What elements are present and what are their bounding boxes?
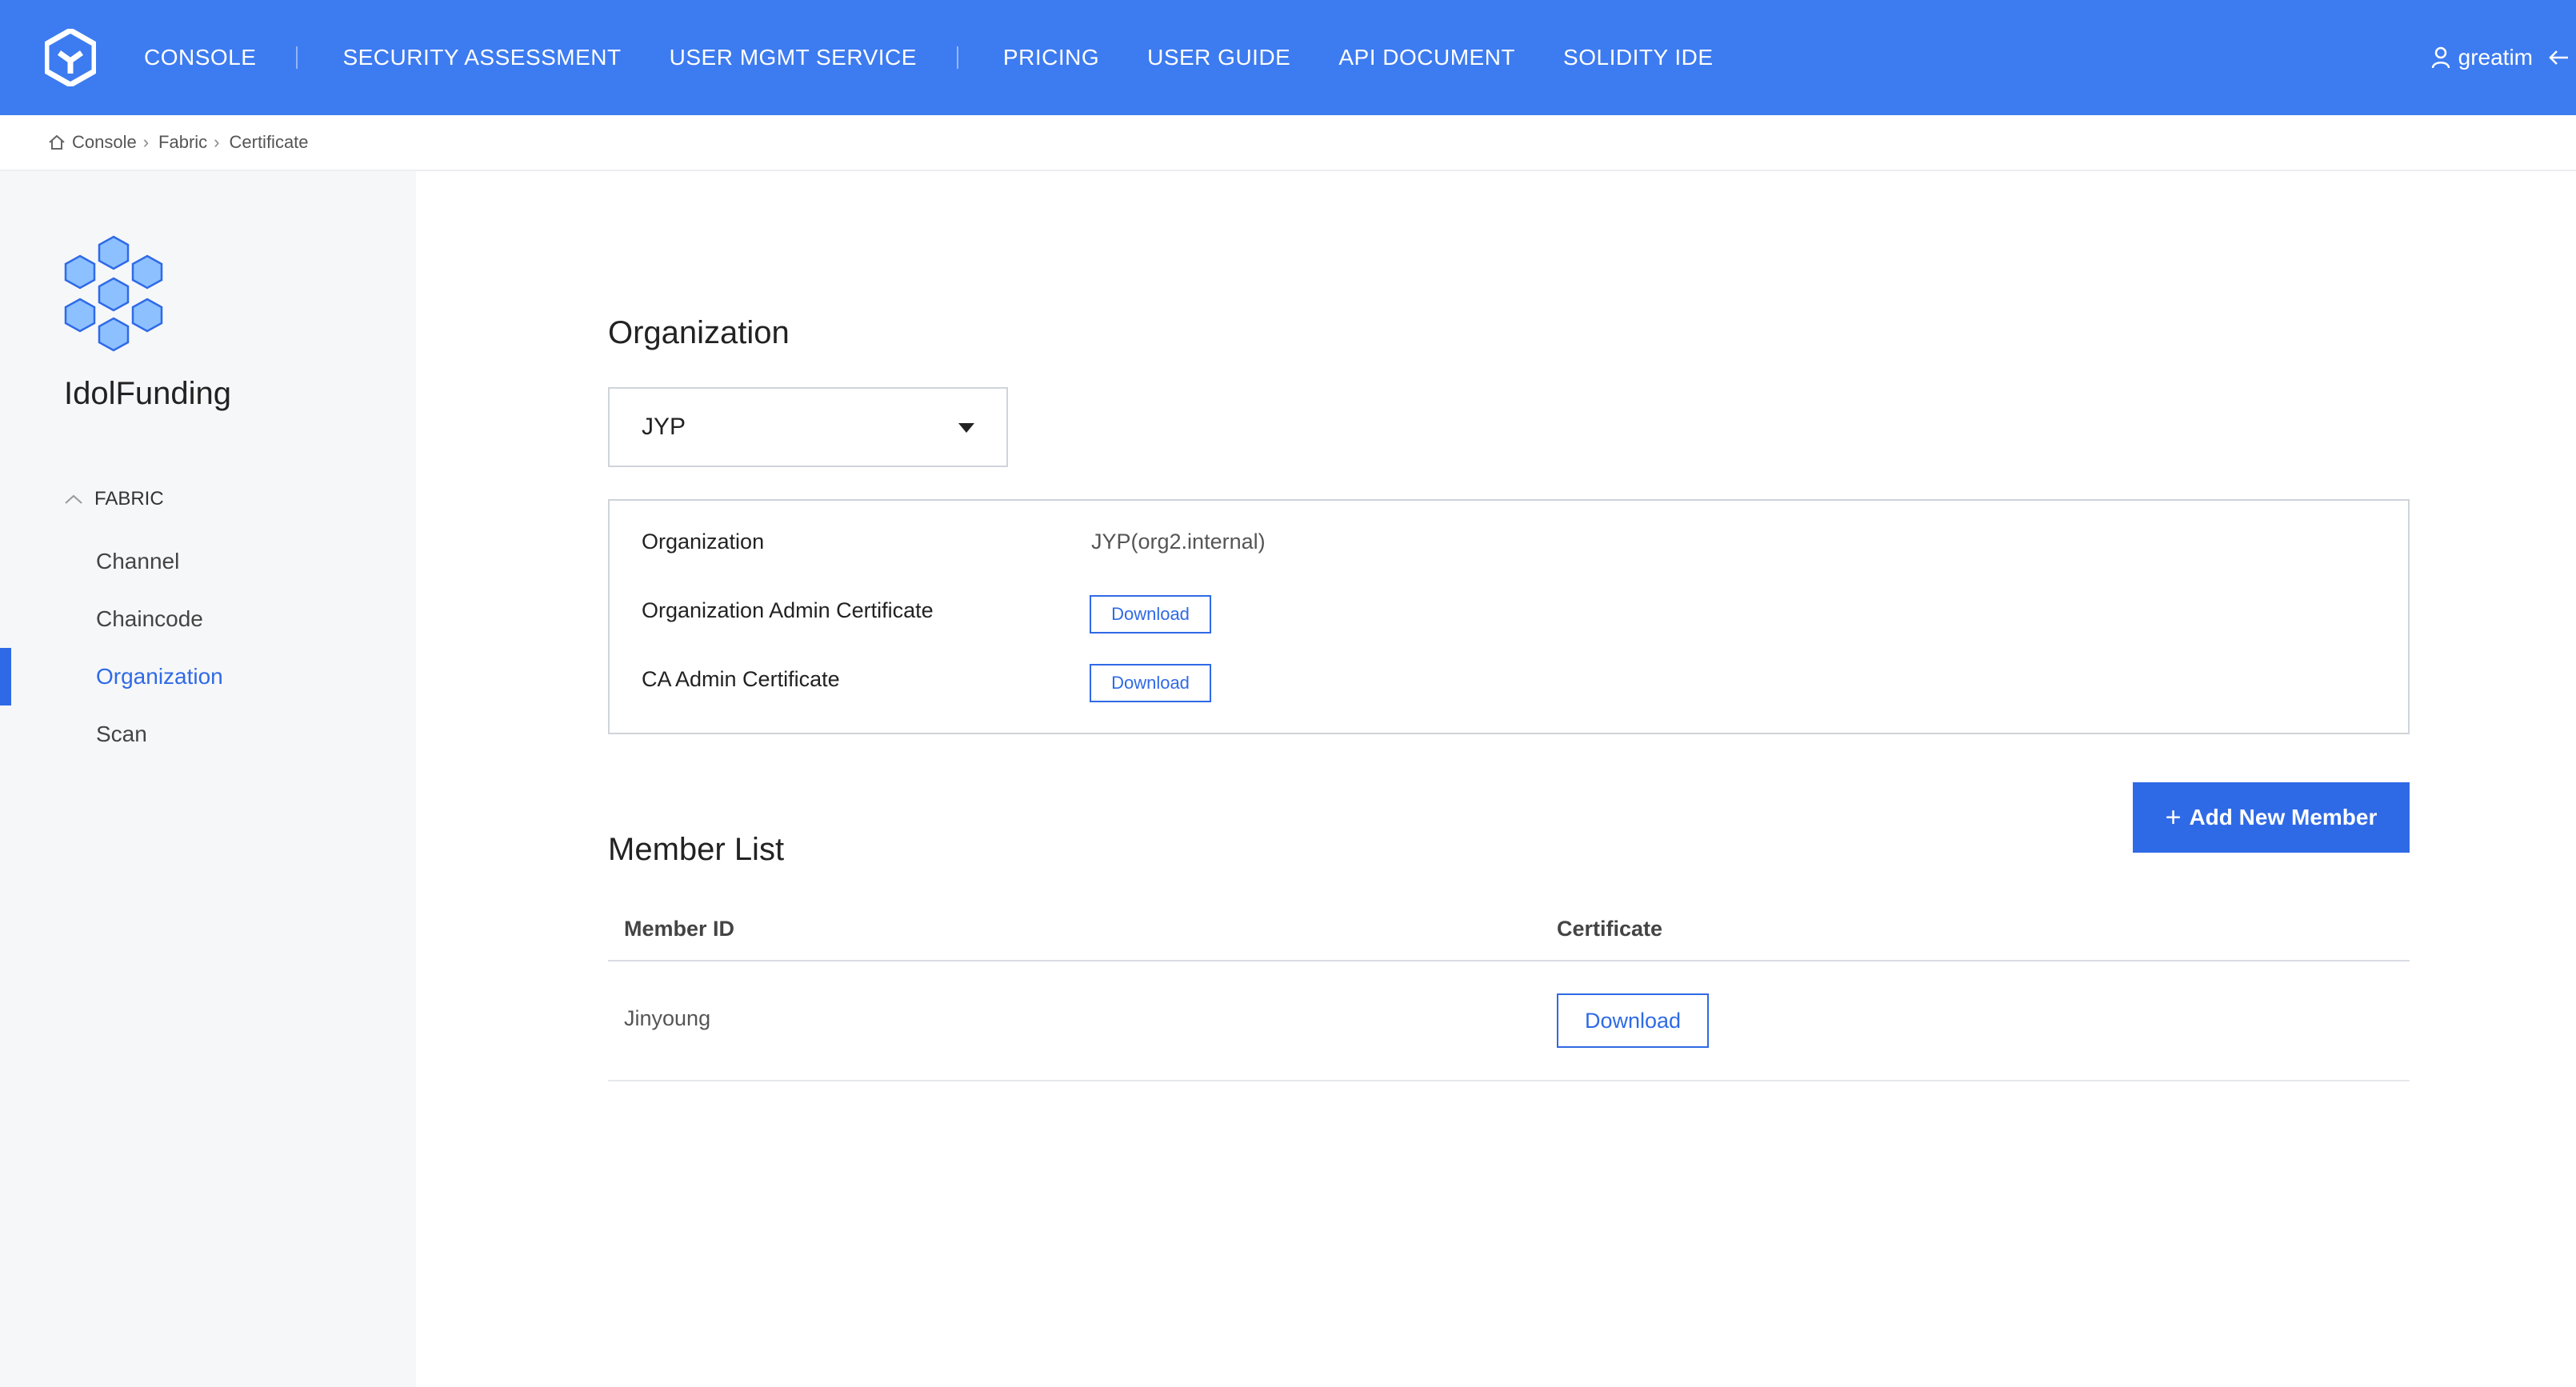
username: greatim [2458,45,2533,70]
nav-divider [956,46,958,69]
project-blocks-icon [64,235,163,352]
column-header-member-id: Member ID [624,917,735,941]
brand-logo-icon[interactable] [45,29,96,86]
table-row: Jinyoung Download [608,961,2410,1081]
download-member-cert-button[interactable]: Download [1557,993,1709,1048]
column-header-certificate: Certificate [1557,917,1663,941]
breadcrumb-console[interactable]: Console [48,132,137,153]
logout-arrow-icon[interactable] [2544,46,2568,69]
plus-icon: + [2165,801,2182,833]
nav-divider [296,46,298,69]
project-name: IdolFunding [64,376,232,411]
table-header: Member ID Certificate [608,902,2410,961]
organization-info-panel: Organization JYP(org2.internal) Organiza… [608,499,2410,734]
organization-heading: Organization [608,315,790,350]
member-id-cell: Jinyoung [624,1006,711,1030]
active-indicator [0,648,11,705]
download-ca-admin-cert-button[interactable]: Download [1090,664,1211,702]
top-navigation-bar: CONSOLE SECURITY ASSESSMENT USER MGMT SE… [0,0,2576,115]
fabric-section-label: FABRIC [94,488,164,510]
breadcrumb-label: Console [72,132,137,152]
sidebar-item-chaincode[interactable]: Chaincode [96,606,203,632]
add-new-member-button[interactable]: + Add New Member [2133,782,2410,853]
download-admin-cert-button[interactable]: Download [1090,595,1211,634]
admin-cert-label: Organization Admin Certificate [642,598,934,622]
sidebar-item-organization[interactable]: Organization [96,664,223,690]
sidebar-item-scan[interactable]: Scan [96,721,147,747]
home-icon [49,134,65,150]
organization-select[interactable]: JYP [608,387,1008,467]
main-nav: CONSOLE SECURITY ASSESSMENT USER MGMT SE… [144,0,1714,115]
breadcrumb-certificate: Certificate [229,132,309,152]
nav-api-document[interactable]: API DOCUMENT [1338,45,1515,70]
nav-pricing[interactable]: PRICING [1003,45,1099,70]
breadcrumb-fabric[interactable]: Fabric [158,132,207,153]
sidebar: IdolFunding FABRIC Channel Chaincode Org… [0,171,416,1387]
user-menu[interactable]: greatim [2431,0,2576,115]
nav-solidity-ide[interactable]: SOLIDITY IDE [1563,45,1714,70]
nav-user-guide[interactable]: USER GUIDE [1147,45,1290,70]
caret-down-icon [958,423,974,433]
add-new-member-label: Add New Member [2189,805,2378,829]
org-label: Organization [642,530,765,554]
breadcrumb: Console › Fabric › Certificate [0,115,2576,171]
nav-security-assessment[interactable]: SECURITY ASSESSMENT [342,45,621,70]
organization-select-value: JYP [642,414,686,440]
org-value: JYP(org2.internal) [1091,530,1266,554]
chevron-right-icon: › [214,132,220,152]
member-table: Member ID Certificate Jinyoung Download [608,902,2410,1081]
chevron-right-icon: › [142,132,150,152]
member-list-heading: Member List [608,832,785,867]
nav-user-mgmt-service[interactable]: USER MGMT SERVICE [670,45,917,70]
user-icon [2431,46,2450,69]
chevron-up-icon [65,494,82,504]
sidebar-item-channel[interactable]: Channel [96,549,179,574]
nav-console[interactable]: CONSOLE [144,45,256,70]
fabric-section-toggle[interactable]: FABRIC [64,488,164,510]
ca-admin-cert-label: CA Admin Certificate [642,667,840,691]
